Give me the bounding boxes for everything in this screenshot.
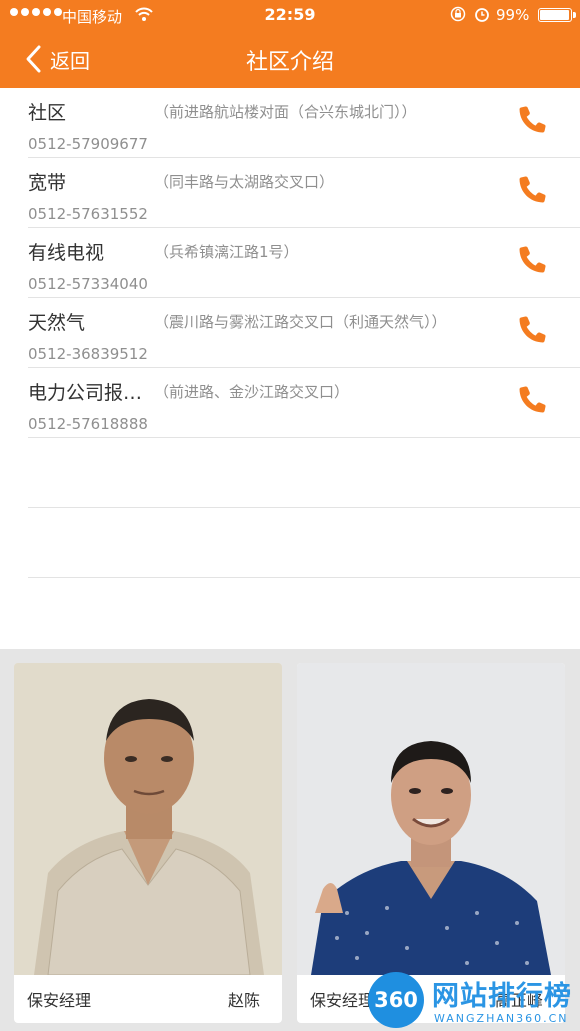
contact-name: 有线电视 <box>28 242 105 264</box>
portrait-image <box>297 663 565 975</box>
status-time: 22:59 <box>264 5 316 24</box>
call-button[interactable] <box>514 310 558 354</box>
contact-address: （震川路与雾淞江路交叉口（利通天然气）） <box>154 313 447 331</box>
contact-name: 社区 <box>28 102 67 124</box>
contact-list: 社区 （前进路航站楼对面（合兴东城北门）） 0512-57909677 宽带 （… <box>0 88 580 578</box>
watermark-text: 网站排行榜 <box>432 981 572 1012</box>
rotation-lock-icon <box>450 6 466 22</box>
contact-phone: 0512-57631552 <box>28 205 148 223</box>
staff-name: 赵陈 <box>227 991 260 1010</box>
watermark: 360 网站排行榜 WANGZHAN360.CN <box>368 968 580 1031</box>
page-title: 社区介绍 <box>245 50 334 75</box>
staff-photo <box>297 663 565 975</box>
watermark-badge: 360 <box>368 972 424 1028</box>
watermark-subtext: WANGZHAN360.CN <box>434 1012 569 1025</box>
contact-phone: 0512-36839512 <box>28 345 148 363</box>
contact-row: 电力公司报… （前进路、金沙江路交叉口） 0512-57618888 <box>28 368 580 438</box>
phone-icon <box>519 386 546 413</box>
staff-role: 保安经理 <box>27 991 92 1010</box>
contact-phone: 0512-57909677 <box>28 135 148 153</box>
contact-address: （同丰路与太湖路交叉口） <box>154 173 335 191</box>
call-button[interactable] <box>514 240 558 284</box>
alarm-icon <box>475 8 489 22</box>
battery-icon <box>538 8 576 22</box>
contact-name: 电力公司报… <box>28 382 143 404</box>
phone-icon <box>519 176 546 203</box>
call-button[interactable] <box>514 380 558 424</box>
battery-percent: 99% <box>496 6 530 24</box>
call-button[interactable] <box>514 100 558 144</box>
phone-icon <box>519 316 546 343</box>
contact-name: 天然气 <box>28 312 86 334</box>
contact-address: （前进路航站楼对面（合兴东城北门）） <box>154 103 417 121</box>
staff-role: 保安经理 <box>310 991 375 1010</box>
call-button[interactable] <box>514 170 558 214</box>
contact-name: 宽带 <box>28 172 67 194</box>
contact-row: 天然气 （震川路与雾淞江路交叉口（利通天然气）） 0512-36839512 <box>28 298 580 368</box>
contact-row: 宽带 （同丰路与太湖路交叉口） 0512-57631552 <box>28 158 580 228</box>
empty-row <box>28 508 580 578</box>
staff-card[interactable]: 保安经理 赵陈 <box>14 663 282 1023</box>
empty-row <box>28 438 580 508</box>
contact-phone: 0512-57334040 <box>28 275 148 293</box>
status-bar: 中国移动 22:59 99% <box>0 0 580 30</box>
portrait-image <box>14 663 282 975</box>
contact-row: 社区 （前进路航站楼对面（合兴东城北门）） 0512-57909677 <box>28 88 580 158</box>
contact-phone: 0512-57618888 <box>28 415 148 433</box>
contact-row: 有线电视 （兵希镇漓江路1号） 0512-57334040 <box>28 228 580 298</box>
phone-icon <box>519 106 546 133</box>
contact-address: （兵希镇漓江路1号） <box>154 243 299 261</box>
staff-photo <box>14 663 282 975</box>
phone-icon <box>519 246 546 273</box>
contact-address: （前进路、金沙江路交叉口） <box>154 383 350 401</box>
top-bar: 中国移动 22:59 99% 返回 社区介绍 <box>0 0 580 88</box>
